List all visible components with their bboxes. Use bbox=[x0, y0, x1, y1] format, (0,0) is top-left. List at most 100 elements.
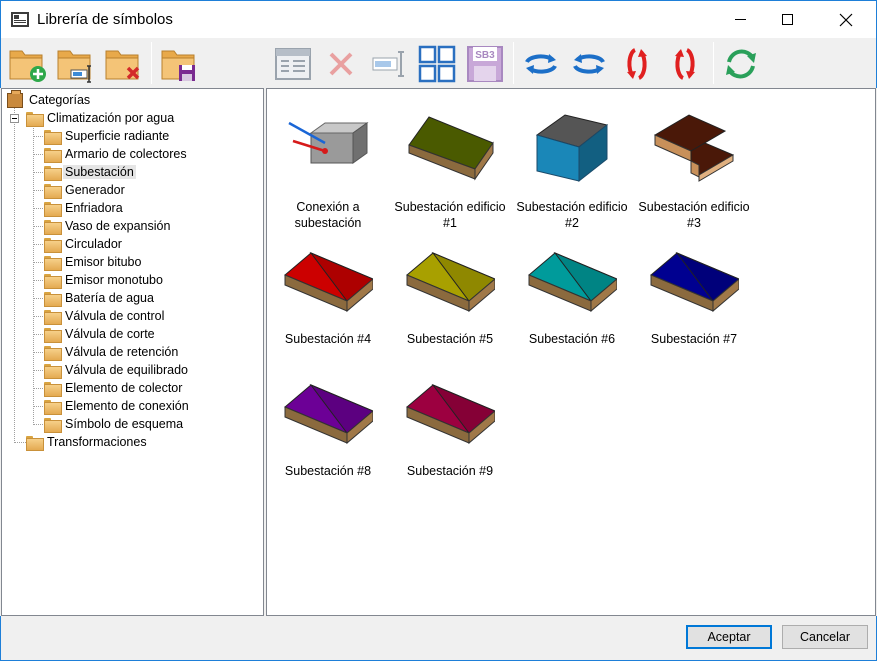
symbol-caption-line: Subestación edificio bbox=[638, 200, 750, 214]
building-symbol-icon bbox=[650, 251, 739, 313]
building-symbol-icon bbox=[528, 251, 617, 313]
folder-icon bbox=[44, 273, 62, 289]
category-tree[interactable]: Categorías Climatización por agua Superf… bbox=[1, 88, 264, 616]
folder-icon bbox=[44, 399, 62, 415]
new-category-button[interactable] bbox=[5, 43, 49, 85]
folder-icon bbox=[26, 111, 44, 127]
category-box-icon bbox=[7, 89, 23, 108]
symbol-item[interactable]: Subestación edificio #3 bbox=[633, 95, 755, 230]
tree-item[interactable]: Superficie radiante bbox=[44, 127, 171, 145]
folder-icon bbox=[44, 219, 62, 235]
rename-symbol-button[interactable] bbox=[367, 43, 411, 85]
tree-item[interactable]: Válvula de equilibrado bbox=[44, 361, 190, 379]
symbol-caption-line: Subestación edificio bbox=[516, 200, 628, 214]
cancel-button[interactable]: Cancelar bbox=[782, 625, 868, 649]
tree-item[interactable]: Armario de colectores bbox=[44, 145, 189, 163]
tree-item[interactable]: Subestación bbox=[44, 163, 136, 181]
symbol-caption: Subestación #9 bbox=[389, 463, 511, 479]
grid-view-button[interactable] bbox=[415, 43, 459, 85]
svg-text:SB3: SB3 bbox=[475, 50, 495, 61]
rename-symbol-icon bbox=[372, 51, 404, 77]
building-symbol-icon bbox=[406, 251, 495, 313]
rotate-vertical-button[interactable] bbox=[615, 43, 659, 85]
tree-item[interactable]: Enfriadora bbox=[44, 199, 125, 217]
building-symbol-icon bbox=[406, 383, 495, 445]
symbol-caption-line: Subestación #6 bbox=[528, 332, 616, 346]
folder-icon bbox=[44, 327, 62, 343]
delete-category-icon bbox=[105, 50, 140, 80]
rotate-horizontal-reverse-button[interactable] bbox=[567, 43, 611, 85]
folder-icon bbox=[44, 345, 62, 361]
rotate-horizontal-reverse-icon bbox=[573, 54, 605, 74]
close-button[interactable] bbox=[823, 1, 869, 38]
new-category-icon bbox=[9, 50, 46, 82]
folder-icon bbox=[44, 165, 62, 181]
tree-item[interactable]: Elemento de colector bbox=[44, 379, 184, 397]
delete-symbol-icon bbox=[329, 52, 353, 76]
symbol-item[interactable]: Subestación edificio #1 bbox=[389, 95, 511, 230]
symbol-caption: Subestación #7 bbox=[633, 331, 755, 347]
folder-icon bbox=[44, 147, 62, 163]
tree-root-categorias[interactable]: Categorías bbox=[7, 89, 92, 109]
building-symbol-icon bbox=[408, 116, 494, 181]
symbol-item[interactable]: Subestación #5 bbox=[389, 227, 511, 359]
accept-button[interactable]: Aceptar bbox=[686, 625, 772, 649]
tree-group-transformaciones[interactable]: Transformaciones bbox=[26, 433, 149, 451]
symbol-caption-line: Conexión a bbox=[296, 200, 360, 214]
rotate-horizontal-button[interactable] bbox=[519, 43, 563, 85]
folder-icon bbox=[44, 237, 62, 253]
minimize-button[interactable] bbox=[717, 1, 763, 38]
tree-item[interactable]: Elemento de conexión bbox=[44, 397, 191, 415]
symbol-caption-line: Subestación #7 bbox=[650, 332, 738, 346]
symbol-item[interactable]: Subestación #7 bbox=[633, 227, 755, 359]
folder-icon bbox=[44, 201, 62, 217]
edit-symbol-button[interactable] bbox=[271, 43, 315, 85]
tree-group-climatizacion[interactable]: Climatización por agua bbox=[26, 109, 176, 127]
tree-item[interactable]: Válvula de control bbox=[44, 307, 166, 325]
tree-item[interactable]: Batería de agua bbox=[44, 289, 156, 307]
tree-item[interactable]: Símbolo de esquema bbox=[44, 415, 185, 433]
folder-icon bbox=[44, 255, 62, 271]
tree-item[interactable]: Emisor monotubo bbox=[44, 271, 165, 289]
delete-category-button[interactable] bbox=[101, 43, 145, 85]
save-category-button[interactable] bbox=[157, 43, 201, 85]
symbol-item[interactable]: Subestación #9 bbox=[389, 359, 511, 491]
symbol-item[interactable]: Subestación #8 bbox=[267, 359, 389, 491]
tree-item[interactable]: Válvula de corte bbox=[44, 325, 157, 343]
symbol-item[interactable]: Conexión a subestación bbox=[267, 95, 389, 230]
rotate-vertical-reverse-button[interactable] bbox=[663, 43, 707, 85]
symbol-item[interactable]: Subestación #4 bbox=[267, 227, 389, 359]
tree-item[interactable]: Válvula de retención bbox=[44, 343, 180, 361]
rotate-vertical-reverse-icon bbox=[675, 48, 695, 80]
symbol-caption: Subestación #8 bbox=[267, 463, 389, 479]
folder-icon bbox=[44, 309, 62, 325]
symbol-caption-line: Subestación #5 bbox=[406, 332, 494, 346]
symbol-item[interactable]: Subestación edificio #2 bbox=[511, 95, 633, 230]
rename-category-button[interactable] bbox=[53, 43, 97, 85]
tree-item[interactable]: Emisor bitubo bbox=[44, 253, 143, 271]
refresh-button[interactable] bbox=[719, 43, 763, 85]
maximize-button[interactable] bbox=[764, 1, 810, 38]
close-icon bbox=[839, 13, 853, 26]
title-bar: Librería de símbolos bbox=[0, 0, 877, 38]
tree-item[interactable]: Circulador bbox=[44, 235, 124, 253]
building-symbol-icon bbox=[535, 114, 609, 183]
minimize-icon bbox=[734, 19, 746, 20]
refresh-icon bbox=[726, 49, 756, 79]
building-symbol-icon bbox=[284, 251, 373, 313]
sb3-button[interactable]: SB3 bbox=[463, 43, 507, 85]
delete-symbol-button[interactable] bbox=[319, 43, 363, 85]
symbol-caption-line: Subestación #4 bbox=[284, 332, 372, 346]
grid-view-icon bbox=[418, 45, 456, 83]
tree-item[interactable]: Generador bbox=[44, 181, 127, 199]
folder-icon bbox=[26, 435, 44, 451]
window-title: Librería de símbolos bbox=[37, 11, 173, 28]
rotate-vertical-icon bbox=[627, 48, 647, 80]
symbol-caption-line: Subestación edificio bbox=[394, 200, 506, 214]
dialog-footer: Aceptar Cancelar bbox=[0, 616, 877, 661]
symbol-grid[interactable]: Conexión a subestación Subestación edifici… bbox=[266, 88, 876, 616]
symbol-caption: Subestación #5 bbox=[389, 331, 511, 347]
tree-item[interactable]: Vaso de expansión bbox=[44, 217, 172, 235]
symbol-item[interactable]: Subestación #6 bbox=[511, 227, 633, 359]
collapse-icon[interactable] bbox=[10, 114, 19, 123]
